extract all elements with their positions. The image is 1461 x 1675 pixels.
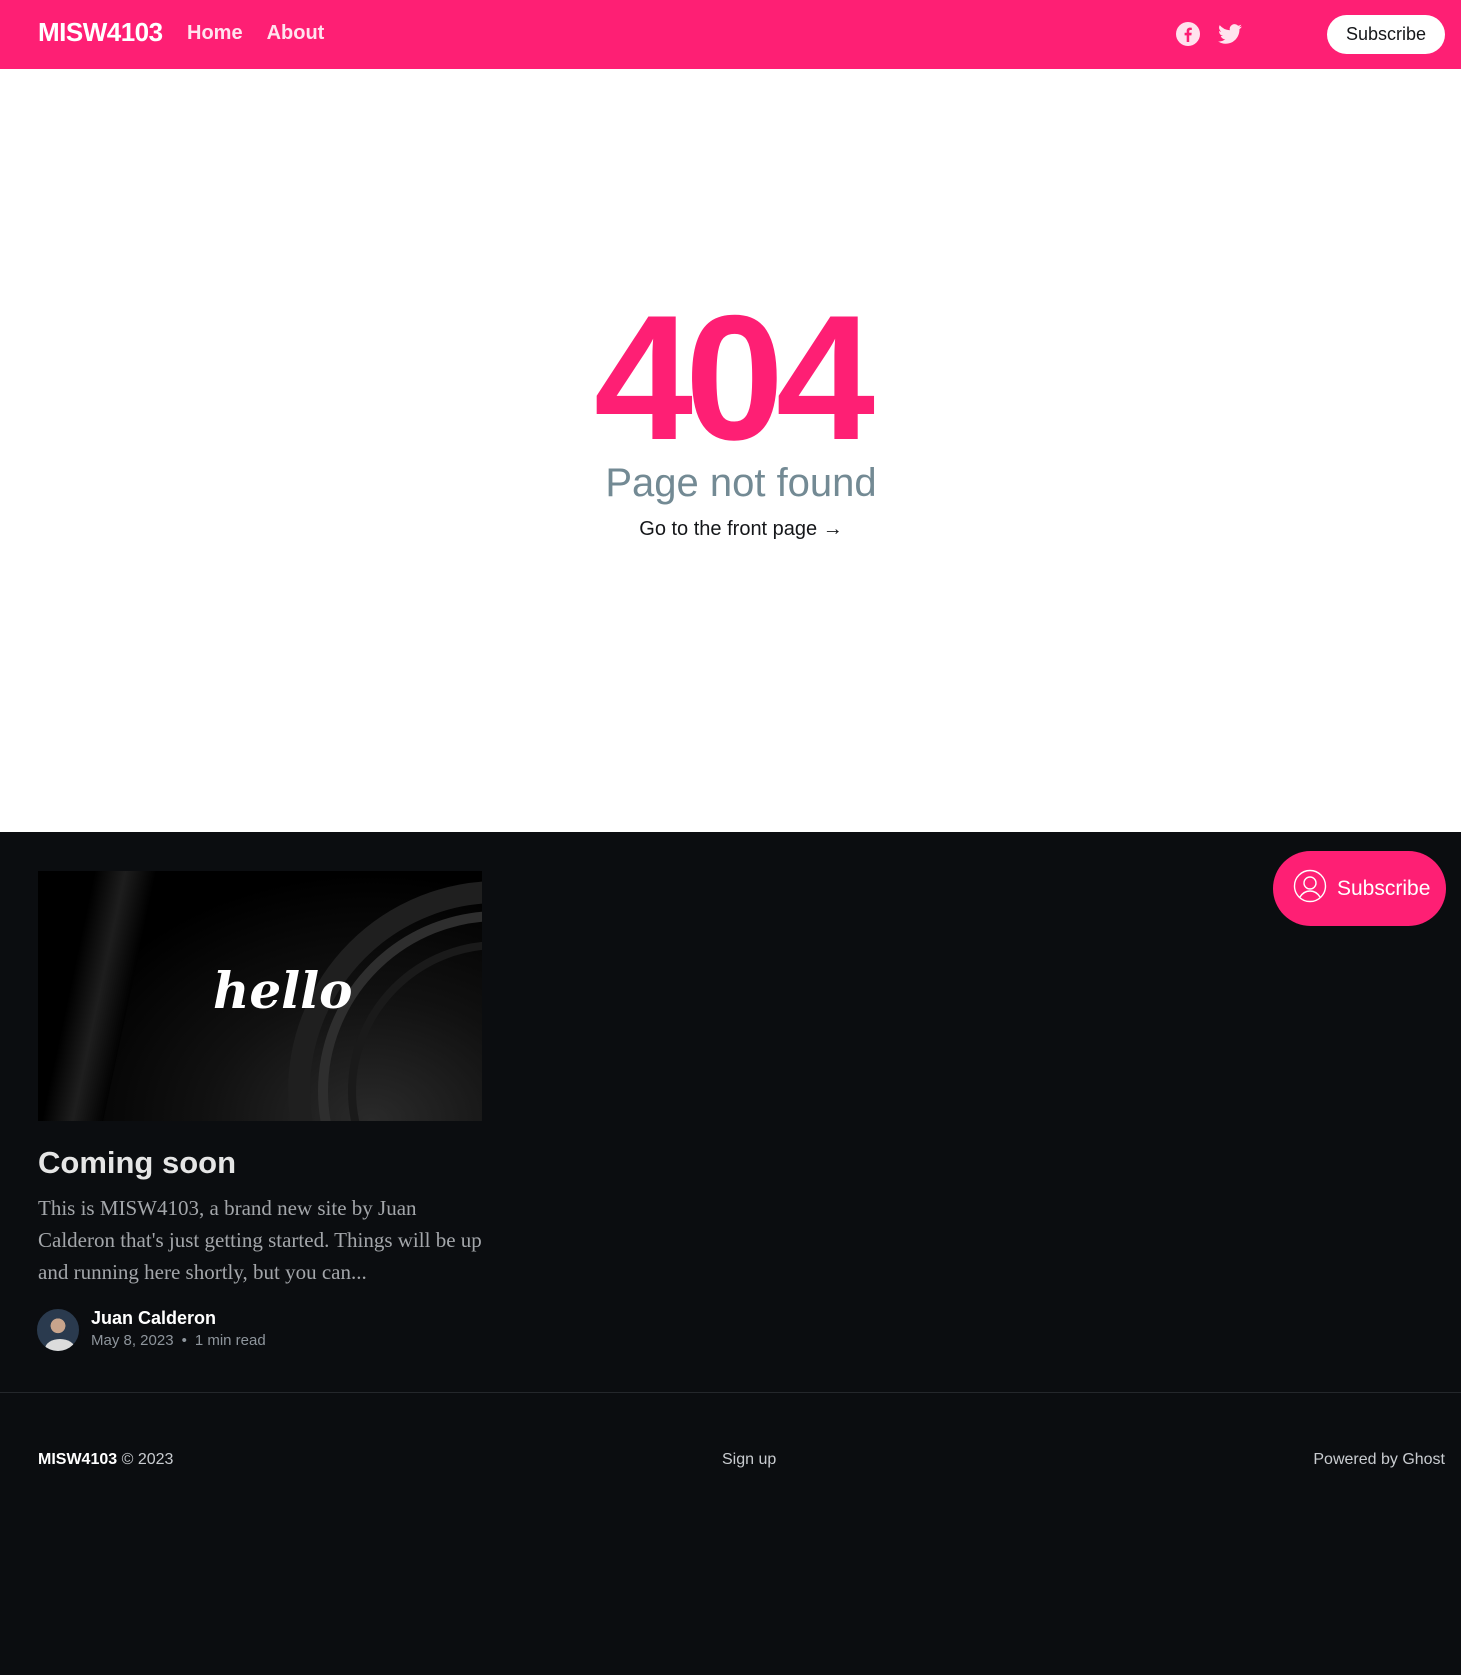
social-links <box>1175 21 1243 47</box>
error-page: 404 Page not found Go to the front page … <box>0 69 1461 832</box>
post-image[interactable]: hello <box>38 871 482 1121</box>
error-code: 404 <box>594 278 875 477</box>
footer-copyright: MISW4103 © 2023 <box>38 1451 174 1468</box>
post-image-text: hello <box>213 961 353 1020</box>
author-name[interactable]: Juan Calderon <box>91 1308 216 1329</box>
floating-subscribe-button[interactable]: Subscribe <box>1273 851 1446 926</box>
post-date: May 8, 2023 <box>91 1332 174 1349</box>
footer-site-title[interactable]: MISW4103 <box>38 1451 117 1468</box>
footer-signup-link[interactable]: Sign up <box>722 1451 776 1469</box>
site-header: MISW4103 Home About Subscribe <box>0 0 1461 69</box>
twitter-icon[interactable] <box>1217 21 1243 47</box>
post-feed: hello Coming soon This is MISW4103, a br… <box>0 832 1461 1392</box>
site-footer: MISW4103 © 2023 Sign up Powered by Ghost <box>0 1392 1461 1675</box>
main-nav: Home About <box>187 22 324 45</box>
nav-about[interactable]: About <box>267 22 325 45</box>
powered-by-link[interactable]: Powered by Ghost <box>1313 1451 1445 1469</box>
post-excerpt[interactable]: This is MISW4103, a brand new site by Ju… <box>38 1192 488 1288</box>
avatar[interactable] <box>35 1307 81 1353</box>
facebook-icon[interactable] <box>1175 21 1201 47</box>
site-logo[interactable]: MISW4103 <box>38 17 163 48</box>
meta-separator: • <box>181 1332 187 1349</box>
post-title[interactable]: Coming soon <box>38 1145 236 1181</box>
user-icon <box>1293 869 1327 909</box>
front-page-link[interactable]: Go to the front page → <box>0 518 1461 541</box>
subscribe-button[interactable]: Subscribe <box>1327 15 1445 54</box>
floating-subscribe-label: Subscribe <box>1337 876 1431 900</box>
nav-home[interactable]: Home <box>187 22 243 45</box>
error-description: Page not found <box>605 461 877 505</box>
post-meta: May 8, 2023 • 1 min read <box>91 1332 266 1349</box>
reading-time: 1 min read <box>194 1332 266 1349</box>
